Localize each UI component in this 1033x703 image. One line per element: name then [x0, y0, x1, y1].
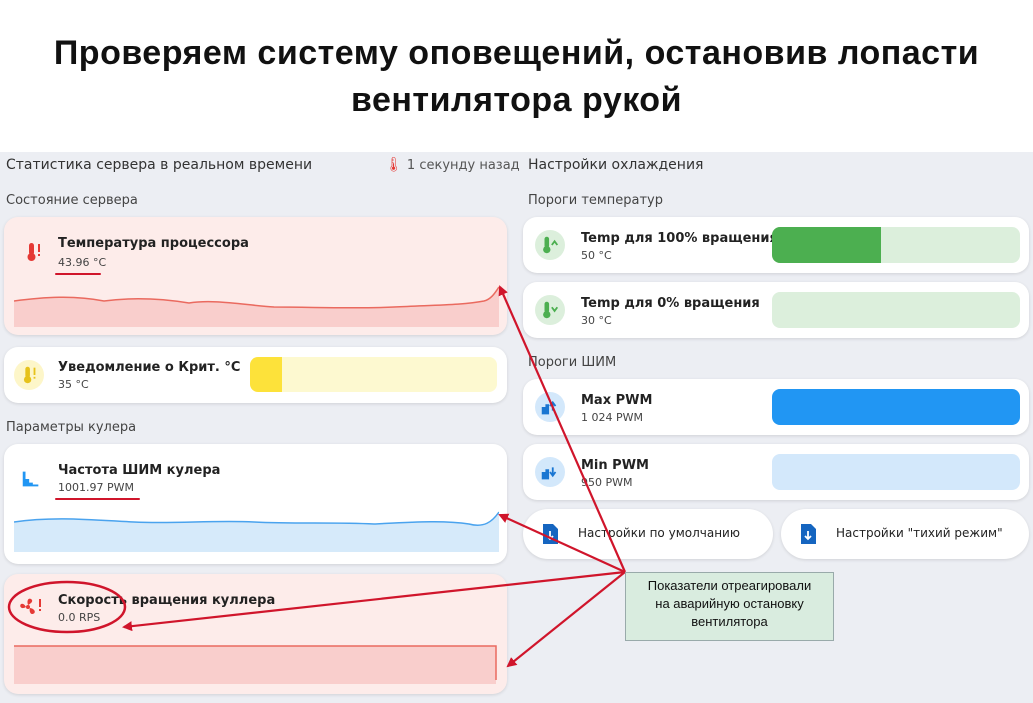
- crit-notify-label: Уведомление о Крит. °C: [58, 360, 241, 375]
- fan-speed-sparkline: [14, 645, 497, 684]
- default-settings-label: Настройки по умолчанию: [578, 526, 740, 540]
- max-pwm-label: Max PWM: [581, 393, 653, 408]
- headline-line-2: вентилятора рукой: [351, 81, 682, 119]
- temp0-slider[interactable]: [772, 292, 1020, 328]
- crit-notify-bar-fill: [250, 357, 283, 392]
- crit-notify-value: 35 °C: [58, 378, 89, 391]
- fan-alert-icon: [16, 592, 46, 622]
- cpu-temp-sparkline: [14, 286, 499, 327]
- max-pwm-value: 1 024 PWM: [581, 411, 643, 424]
- last-update: 🌡 1 секунду назад: [385, 157, 520, 173]
- pwm-freq-label: Частота ШИМ кулера: [58, 463, 221, 478]
- callout-line-1: Показатели отреагировали: [647, 578, 812, 593]
- crit-notify-bar[interactable]: [250, 357, 497, 392]
- pwm-thresholds-title: Пороги ШИМ: [528, 355, 617, 370]
- pwm-freq-sparkline: [14, 511, 499, 552]
- thermometer-warning-icon: [14, 360, 44, 390]
- server-state-title: Состояние сервера: [6, 193, 138, 208]
- temp0-value: 30 °C: [581, 314, 612, 327]
- cpu-temp-underline: [55, 273, 101, 275]
- min-pwm-slider[interactable]: [772, 454, 1020, 490]
- timestamp-text: 1 секунду назад: [406, 158, 520, 173]
- max-pwm-slider-fill: [772, 389, 1020, 425]
- temp0-card[interactable]: Temp для 0% вращения 30 °C: [523, 282, 1029, 338]
- temp100-slider-fill: [772, 227, 882, 263]
- temp100-label: Temp для 100% вращения: [581, 231, 778, 246]
- min-pwm-label: Min PWM: [581, 458, 649, 473]
- pwm-signal-icon: [16, 464, 46, 494]
- cpu-temp-label: Температура процессора: [58, 236, 249, 251]
- max-pwm-card[interactable]: Max PWM 1 024 PWM: [523, 379, 1029, 435]
- callout-line-2: на аварийную остановку: [655, 596, 804, 611]
- pwm-value-underline: [55, 498, 140, 500]
- temp-thresholds-title: Пороги температур: [528, 193, 663, 208]
- crit-temp-notify-card[interactable]: Уведомление о Крит. °C 35 °C: [4, 347, 507, 403]
- pwm-freq-card[interactable]: Частота ШИМ кулера 1001.97 PWM: [4, 444, 507, 564]
- annotation-callout: Показатели отреагировали на аварийную ос…: [625, 572, 834, 641]
- cooler-params-title: Параметры кулера: [6, 420, 137, 435]
- page-headline: Проверяем систему оповещений, остановив …: [0, 30, 1033, 124]
- download-icon: [799, 523, 817, 549]
- cpu-temp-value: 43.96 °C: [58, 256, 107, 269]
- fan-speed-card[interactable]: Скорость вращения куллера 0.0 RPS: [4, 574, 507, 694]
- fan-speed-label: Скорость вращения куллера: [58, 593, 276, 608]
- thermometer-small-icon: 🌡: [385, 157, 403, 173]
- headline-line-1: Проверяем систему оповещений, остановив …: [53, 34, 980, 72]
- thermometer-up-icon: [535, 230, 565, 260]
- callout-line-3: вентилятора: [691, 614, 768, 629]
- cpu-temp-card[interactable]: Температура процессора 43.96 °C: [4, 217, 507, 335]
- min-pwm-value: 950 PWM: [581, 476, 633, 489]
- pwm-min-icon: [535, 457, 565, 487]
- temp100-value: 50 °C: [581, 249, 612, 262]
- thermometer-alert-icon: [18, 237, 48, 267]
- min-pwm-card[interactable]: Min PWM 950 PWM: [523, 444, 1029, 500]
- temp0-label: Temp для 0% вращения: [581, 296, 760, 311]
- default-settings-button[interactable]: Настройки по умолчанию: [523, 509, 773, 559]
- max-pwm-slider[interactable]: [772, 389, 1020, 425]
- pwm-max-icon: [535, 392, 565, 422]
- temp100-slider[interactable]: [772, 227, 1020, 263]
- thermometer-down-icon: [535, 295, 565, 325]
- stats-section-title: Статистика сервера в реальном времени: [6, 157, 313, 173]
- quiet-mode-label: Настройки "тихий режим": [836, 526, 1003, 540]
- fan-speed-value: 0.0 RPS: [58, 611, 101, 624]
- pwm-freq-value: 1001.97 PWM: [58, 481, 134, 494]
- download-icon: [541, 523, 559, 549]
- quiet-mode-button[interactable]: Настройки "тихий режим": [781, 509, 1029, 559]
- cooling-settings-title: Настройки охлаждения: [528, 157, 704, 173]
- temp100-card[interactable]: Temp для 100% вращения 50 °C: [523, 217, 1029, 273]
